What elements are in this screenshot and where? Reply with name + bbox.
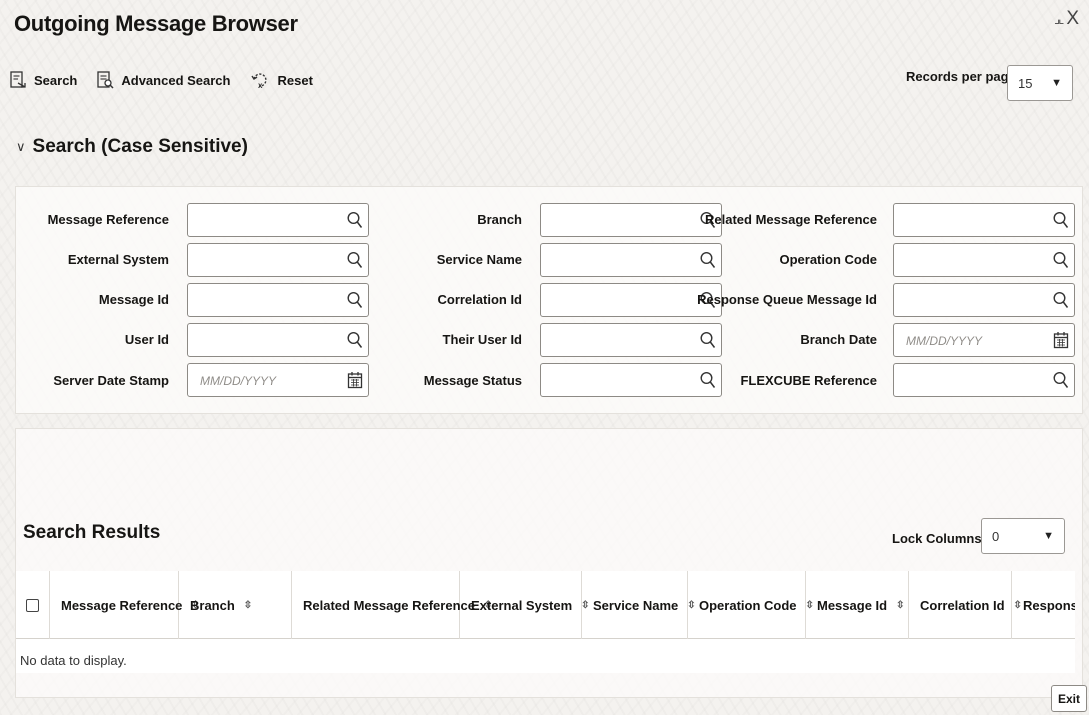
records-per-page-value: 15 [1018,75,1033,91]
branch-date-input[interactable]: MM/DD/YYYY [893,323,1075,357]
exit-button[interactable]: Exit [1051,685,1087,712]
operation-code-input[interactable] [893,243,1075,277]
search-results-title: Search Results [23,522,161,543]
label-server-date-stamp: Server Date Stamp [53,373,169,388]
column-header-label: Related Message Reference [303,597,475,613]
column-header-label: Message Id [817,597,888,613]
search-icon[interactable] [1053,211,1069,229]
label-their-user-id: Their User Id [442,332,522,347]
sort-icon[interactable]: ⇳ [896,600,904,611]
column-header-label: Operation Code [699,597,797,613]
search-icon[interactable] [1053,251,1069,269]
search-icon[interactable] [700,371,716,389]
column-header[interactable]: Correlation Id ⇳ [909,571,1022,639]
column-header[interactable]: Branch ⇳ [179,571,292,639]
label-user-id: User Id [124,332,169,347]
column-header[interactable]: Message Reference ⇳ [50,571,200,639]
search-icon[interactable] [1053,371,1069,389]
column-header[interactable]: Message Id ⇳ [806,571,909,639]
column-header[interactable]: Response [1012,571,1075,639]
label-external-system: External System [67,252,169,267]
label-branch: Branch [477,212,522,227]
label-message-reference: Message Reference [47,212,169,227]
column-header-label: Response [1023,597,1075,613]
search-icon[interactable] [700,251,716,269]
column-header-label: Correlation Id [920,597,1005,613]
search-icon[interactable] [700,331,716,349]
label-message-id: Message Id [98,292,169,307]
records-per-page-label: Records per page [906,69,1016,84]
label-operation-code: Operation Code [779,252,877,267]
table-header: Message Reference ⇳ Branch ⇳ Related Messa… [16,571,1075,639]
search-button-label: Search [34,72,78,88]
empty-table-message: No data to display. [20,653,127,668]
service-name-input[interactable] [540,243,722,277]
external-system-input[interactable] [187,243,369,277]
label-message-status: Message Status [423,373,522,388]
lock-columns-value: 0 [992,528,1000,544]
correlation-id-input[interactable] [540,283,722,317]
column-header[interactable]: Related Message Reference ⇳ [292,571,492,639]
label-response-queue-message-id: Response Queue Message Id [697,292,877,307]
column-header-label: Service Name [593,597,679,613]
user-id-input[interactable] [187,323,369,357]
column-header-label: Branch [190,597,235,613]
server-date-stamp-input[interactable]: MM/DD/YYYY [187,363,369,397]
search-icon[interactable] [1053,291,1069,309]
window-controls: ⌟⌞ X [1054,9,1079,28]
related-message-reference-input[interactable] [893,203,1075,237]
date-placeholder: MM/DD/YYYY [906,334,983,348]
search-section-toggle[interactable]: ∨ Search (Case Sensitive) [16,136,248,158]
search-section-title: Search (Case Sensitive) [32,136,248,157]
advanced-search-button-label: Advanced Search [121,72,231,88]
dropdown-arrow-icon: ▼ [1051,77,1062,89]
svg-text:x: x [258,81,263,90]
collapse-icon[interactable]: ⌟⌞ [1054,12,1064,25]
their-user-id-input[interactable] [540,323,722,357]
column-header[interactable]: Service Name ⇳ [582,571,696,639]
select-all-checkbox[interactable] [26,598,39,612]
lock-columns-label: Lock Columns [892,531,982,546]
message-id-input[interactable] [187,283,369,317]
label-flexcube-reference: FLEXCUBE Reference [740,373,877,388]
search-button[interactable]: Search [10,71,77,89]
search-icon[interactable] [347,331,363,349]
results-table: Message Reference ⇳ Branch ⇳ Related Messa… [16,571,1075,673]
dropdown-arrow-icon: ▼ [1043,530,1054,542]
label-related-message-reference: Related Message Reference [705,212,877,227]
date-placeholder: MM/DD/YYYY [200,374,277,388]
search-icon[interactable] [347,251,363,269]
message-reference-input[interactable] [187,203,369,237]
column-header[interactable]: External System ⇳ [460,571,590,639]
lock-columns-select[interactable]: 0 ▼ [981,518,1065,554]
toolbar: Search Advanced Search x Reset [10,70,313,90]
records-per-page-select[interactable]: 15 ▼ [1007,65,1073,101]
chevron-down-icon: ∨ [16,139,26,154]
sort-icon[interactable]: ⇳ [244,600,252,611]
page-title: Outgoing Message Browser [14,11,298,36]
search-icon[interactable] [347,291,363,309]
reset-button[interactable]: x Reset [250,70,313,90]
search-doc-icon [10,71,26,88]
column-header-label: External System [471,597,573,613]
response-queue-message-id-input[interactable] [893,283,1075,317]
advanced-search-icon [97,71,114,89]
calendar-icon[interactable] [1053,331,1069,349]
column-header-label: Message Reference [61,597,183,613]
reset-button-label: Reset [277,72,313,88]
reset-icon: x [251,73,268,90]
search-icon[interactable] [347,211,363,229]
message-status-input[interactable] [540,363,722,397]
label-service-name: Service Name [436,252,522,267]
label-correlation-id: Correlation Id [437,292,522,307]
select-all-cell [16,571,50,639]
close-icon[interactable]: X [1066,9,1079,28]
label-branch-date: Branch Date [800,332,877,347]
flexcube-reference-input[interactable] [893,363,1075,397]
branch-input[interactable] [540,203,722,237]
advanced-search-button[interactable]: Advanced Search [97,71,230,89]
column-header[interactable]: Operation Code ⇳ [688,571,814,639]
calendar-icon[interactable] [347,371,363,389]
